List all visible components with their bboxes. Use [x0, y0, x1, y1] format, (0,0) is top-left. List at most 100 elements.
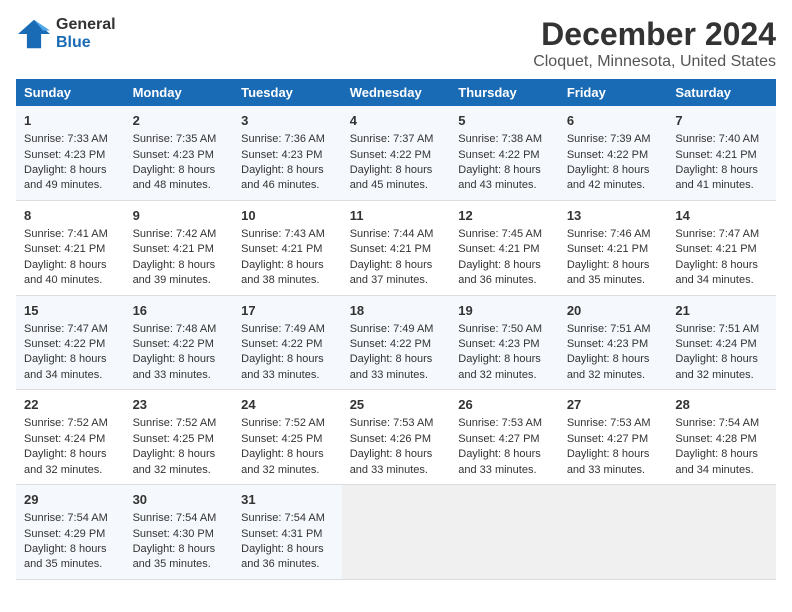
sunrise-text: Sunrise: 7:52 AM: [241, 417, 325, 429]
daylight-text: Daylight: 8 hours and 32 minutes.: [567, 353, 650, 380]
daylight-text: Daylight: 8 hours and 34 minutes.: [24, 353, 107, 380]
sunset-text: Sunset: 4:24 PM: [675, 338, 756, 350]
day-number: 17: [241, 302, 334, 320]
sunset-text: Sunset: 4:21 PM: [133, 243, 214, 255]
day-number: 1: [24, 112, 117, 130]
day-number: 15: [24, 302, 117, 320]
daylight-text: Daylight: 8 hours and 42 minutes.: [567, 164, 650, 191]
sunset-text: Sunset: 4:30 PM: [133, 528, 214, 540]
calendar-week-row: 29 Sunrise: 7:54 AM Sunset: 4:29 PM Dayl…: [16, 485, 776, 580]
day-number: 27: [567, 396, 660, 414]
table-row: 27 Sunrise: 7:53 AM Sunset: 4:27 PM Dayl…: [559, 390, 668, 485]
daylight-text: Daylight: 8 hours and 36 minutes.: [241, 543, 324, 570]
header-thursday: Thursday: [450, 79, 559, 106]
table-row: 1 Sunrise: 7:33 AM Sunset: 4:23 PM Dayli…: [16, 106, 125, 200]
daylight-text: Daylight: 8 hours and 45 minutes.: [350, 164, 433, 191]
daylight-text: Daylight: 8 hours and 49 minutes.: [24, 164, 107, 191]
table-row: 29 Sunrise: 7:54 AM Sunset: 4:29 PM Dayl…: [16, 485, 125, 580]
day-number: 5: [458, 112, 551, 130]
day-number: 13: [567, 207, 660, 225]
day-number: 19: [458, 302, 551, 320]
sunset-text: Sunset: 4:21 PM: [567, 243, 648, 255]
calendar-week-row: 1 Sunrise: 7:33 AM Sunset: 4:23 PM Dayli…: [16, 106, 776, 200]
sunset-text: Sunset: 4:22 PM: [350, 338, 431, 350]
header-sunday: Sunday: [16, 79, 125, 106]
day-number: 23: [133, 396, 226, 414]
daylight-text: Daylight: 8 hours and 48 minutes.: [133, 164, 216, 191]
day-number: 6: [567, 112, 660, 130]
day-number: 28: [675, 396, 768, 414]
table-row: 30 Sunrise: 7:54 AM Sunset: 4:30 PM Dayl…: [125, 485, 234, 580]
calendar-week-row: 8 Sunrise: 7:41 AM Sunset: 4:21 PM Dayli…: [16, 200, 776, 295]
day-number: 24: [241, 396, 334, 414]
day-number: 29: [24, 491, 117, 509]
sunrise-text: Sunrise: 7:36 AM: [241, 133, 325, 145]
sunrise-text: Sunrise: 7:37 AM: [350, 133, 434, 145]
sunset-text: Sunset: 4:25 PM: [133, 433, 214, 445]
day-number: 30: [133, 491, 226, 509]
day-number: 26: [458, 396, 551, 414]
calendar-week-row: 15 Sunrise: 7:47 AM Sunset: 4:22 PM Dayl…: [16, 295, 776, 390]
daylight-text: Daylight: 8 hours and 33 minutes.: [458, 448, 541, 475]
table-row: 7 Sunrise: 7:40 AM Sunset: 4:21 PM Dayli…: [667, 106, 776, 200]
sunset-text: Sunset: 4:28 PM: [675, 433, 756, 445]
sunset-text: Sunset: 4:22 PM: [458, 149, 539, 161]
header-tuesday: Tuesday: [233, 79, 342, 106]
daylight-text: Daylight: 8 hours and 41 minutes.: [675, 164, 758, 191]
daylight-text: Daylight: 8 hours and 43 minutes.: [458, 164, 541, 191]
sunrise-text: Sunrise: 7:42 AM: [133, 228, 217, 240]
table-row: 8 Sunrise: 7:41 AM Sunset: 4:21 PM Dayli…: [16, 200, 125, 295]
daylight-text: Daylight: 8 hours and 35 minutes.: [24, 543, 107, 570]
day-number: 18: [350, 302, 443, 320]
day-number: 22: [24, 396, 117, 414]
sunrise-text: Sunrise: 7:43 AM: [241, 228, 325, 240]
table-row: 21 Sunrise: 7:51 AM Sunset: 4:24 PM Dayl…: [667, 295, 776, 390]
table-row: 3 Sunrise: 7:36 AM Sunset: 4:23 PM Dayli…: [233, 106, 342, 200]
daylight-text: Daylight: 8 hours and 32 minutes.: [133, 448, 216, 475]
sunrise-text: Sunrise: 7:50 AM: [458, 323, 542, 335]
sunrise-text: Sunrise: 7:45 AM: [458, 228, 542, 240]
day-number: 25: [350, 396, 443, 414]
day-number: 12: [458, 207, 551, 225]
table-row: 17 Sunrise: 7:49 AM Sunset: 4:22 PM Dayl…: [233, 295, 342, 390]
table-row: 11 Sunrise: 7:44 AM Sunset: 4:21 PM Dayl…: [342, 200, 451, 295]
sunset-text: Sunset: 4:23 PM: [24, 149, 105, 161]
sunrise-text: Sunrise: 7:51 AM: [567, 323, 651, 335]
sunset-text: Sunset: 4:23 PM: [241, 149, 322, 161]
sunset-text: Sunset: 4:22 PM: [567, 149, 648, 161]
sunrise-text: Sunrise: 7:54 AM: [133, 512, 217, 524]
sunrise-text: Sunrise: 7:53 AM: [567, 417, 651, 429]
header-monday: Monday: [125, 79, 234, 106]
table-row: 24 Sunrise: 7:52 AM Sunset: 4:25 PM Dayl…: [233, 390, 342, 485]
page-subtitle: Cloquet, Minnesota, United States: [533, 53, 776, 71]
day-number: 4: [350, 112, 443, 130]
sunrise-text: Sunrise: 7:54 AM: [675, 417, 759, 429]
sunrise-text: Sunrise: 7:47 AM: [675, 228, 759, 240]
sunrise-text: Sunrise: 7:44 AM: [350, 228, 434, 240]
header-friday: Friday: [559, 79, 668, 106]
logo-text: General Blue: [56, 16, 116, 52]
table-row: 13 Sunrise: 7:46 AM Sunset: 4:21 PM Dayl…: [559, 200, 668, 295]
day-number: 20: [567, 302, 660, 320]
calendar-header-row: Sunday Monday Tuesday Wednesday Thursday…: [16, 79, 776, 106]
sunset-text: Sunset: 4:23 PM: [567, 338, 648, 350]
sunrise-text: Sunrise: 7:48 AM: [133, 323, 217, 335]
day-number: 7: [675, 112, 768, 130]
sunrise-text: Sunrise: 7:54 AM: [241, 512, 325, 524]
sunset-text: Sunset: 4:27 PM: [458, 433, 539, 445]
table-row: 16 Sunrise: 7:48 AM Sunset: 4:22 PM Dayl…: [125, 295, 234, 390]
daylight-text: Daylight: 8 hours and 34 minutes.: [675, 259, 758, 286]
daylight-text: Daylight: 8 hours and 35 minutes.: [567, 259, 650, 286]
sunrise-text: Sunrise: 7:33 AM: [24, 133, 108, 145]
daylight-text: Daylight: 8 hours and 32 minutes.: [24, 448, 107, 475]
logo-icon: [16, 18, 52, 50]
daylight-text: Daylight: 8 hours and 33 minutes.: [133, 353, 216, 380]
table-row: 12 Sunrise: 7:45 AM Sunset: 4:21 PM Dayl…: [450, 200, 559, 295]
sunset-text: Sunset: 4:21 PM: [350, 243, 431, 255]
daylight-text: Daylight: 8 hours and 32 minutes.: [675, 353, 758, 380]
table-row: 26 Sunrise: 7:53 AM Sunset: 4:27 PM Dayl…: [450, 390, 559, 485]
header-saturday: Saturday: [667, 79, 776, 106]
table-row: 10 Sunrise: 7:43 AM Sunset: 4:21 PM Dayl…: [233, 200, 342, 295]
table-row: 20 Sunrise: 7:51 AM Sunset: 4:23 PM Dayl…: [559, 295, 668, 390]
daylight-text: Daylight: 8 hours and 35 minutes.: [133, 543, 216, 570]
